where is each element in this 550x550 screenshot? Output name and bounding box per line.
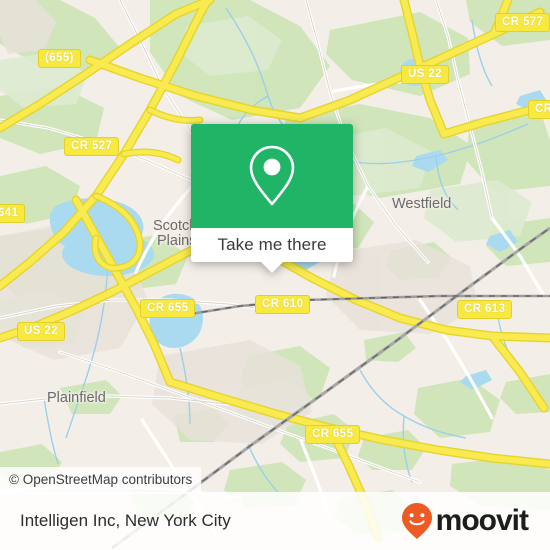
footer-bar: Intelligen Inc, New York City moovit xyxy=(0,492,550,550)
road-shield-cr-527[interactable]: CR 527 xyxy=(64,137,120,156)
road-shield-cr-655-b[interactable]: CR 655 xyxy=(305,425,361,444)
popup-pointer xyxy=(261,262,283,273)
map-pin-icon xyxy=(249,145,295,206)
road-shield-us-22-a[interactable]: US 22 xyxy=(17,322,65,341)
road-shield-cr-577[interactable]: CR 577 xyxy=(495,13,550,32)
road-shield-cr-655-a[interactable]: CR 655 xyxy=(140,299,196,318)
popup-icon-area xyxy=(191,124,353,228)
map-screen: Scotch Plains Westfield Plainfield (655)… xyxy=(0,0,550,550)
take-me-there-label: Take me there xyxy=(217,235,327,254)
road-shield-us-22-b[interactable]: US 22 xyxy=(401,65,449,84)
location-popup[interactable]: Take me there xyxy=(191,124,353,273)
road-shield-cr-610[interactable]: CR 610 xyxy=(255,295,311,314)
map-attribution[interactable]: © OpenStreetMap contributors xyxy=(0,467,202,494)
moovit-pin-icon xyxy=(401,503,432,539)
moovit-logo[interactable]: moovit xyxy=(400,501,529,541)
road-shield-641[interactable]: 641 xyxy=(0,204,26,223)
take-me-there-button[interactable]: Take me there xyxy=(191,228,353,262)
road-shield-cr-partial[interactable]: CR xyxy=(528,100,550,119)
footer-title: Intelligen Inc, New York City xyxy=(20,511,231,530)
moovit-wordmark: moovit xyxy=(435,504,529,537)
road-shield-655-a[interactable]: (655) xyxy=(38,49,81,68)
road-shield-cr-613[interactable]: CR 613 xyxy=(457,300,513,319)
